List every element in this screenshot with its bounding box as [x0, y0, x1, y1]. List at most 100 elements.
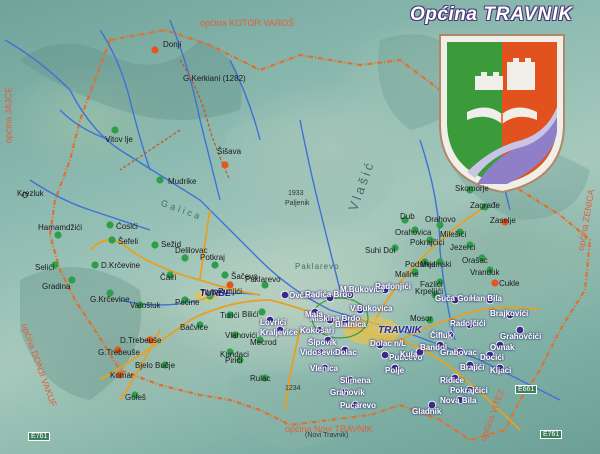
town-travnik: TRAVNIK — [378, 325, 422, 336]
place-label-vidosevici: Vidoševići — [300, 348, 340, 357]
place-label-grahovcici: Grahovčići — [500, 332, 542, 341]
place-marker-bilici — [258, 308, 266, 316]
place-marker-putisevo — [380, 350, 390, 360]
place-label-zagrade: Zagrađe — [470, 201, 500, 210]
place-label-gradina: Gradina — [42, 282, 71, 291]
place-label-maline: Maline — [395, 270, 419, 279]
place-label-pokrajcici: Pokrajčici — [410, 238, 445, 247]
place-label-hamamdzici: Hamamdžići — [38, 223, 83, 232]
place-label-sisava: Šišava — [217, 147, 242, 156]
place-marker-cosici — [106, 221, 114, 229]
place-label-orahovo: Orahovo — [425, 215, 456, 224]
label-kotor-varos: općina KOTOR VAROŠ — [200, 18, 295, 28]
place-label-vrandul: Vranduk — [470, 268, 500, 277]
place-label-vitovlje: Vitov lje — [105, 135, 133, 144]
place-label-kljaci: Kljaci — [490, 366, 512, 375]
place-label-orahovica: Orahovica — [395, 228, 432, 237]
place-marker-ovcarevo — [280, 290, 290, 300]
place-label-mosor: Mosor — [410, 314, 433, 323]
place-label-cukle: Cukle — [499, 279, 520, 288]
place-label-mednik: Medinski — [420, 260, 452, 269]
place-label-mecrod: Mecrod — [250, 338, 277, 347]
place-label-kula: Kula — [400, 350, 418, 359]
road-badge-e761-left: E761 — [28, 432, 51, 441]
place-label-slimena: Slimena — [340, 376, 371, 385]
place-label-bandol: Radojčići — [450, 319, 486, 328]
place-label-blatnica: Blatnica — [335, 320, 367, 329]
place-label-turbe_p: Turbe — [200, 288, 221, 297]
place-marker-sacevo — [221, 271, 229, 279]
map-canvas: Općina TRAVNIK općina KOTOR VAROŠ općina… — [0, 0, 600, 454]
place-marker-donji — [151, 46, 159, 54]
place-marker-sezid — [151, 241, 159, 249]
map-title: Općina TRAVNIK — [410, 4, 573, 26]
place-marker-potkraj — [211, 261, 219, 269]
place-label-dkrcevine: D.Krčevine — [101, 261, 141, 270]
place-label-novabila: Nova Bila — [440, 396, 477, 405]
place-label-sipovik: Šipovik — [308, 338, 337, 347]
place-label-pokrajcici2: Pokrajčici — [450, 386, 488, 395]
place-marker-delilovac — [181, 254, 189, 262]
place-label-dolipolje: Docići — [480, 353, 505, 362]
place-label-ridice: Riđice — [440, 376, 465, 385]
place-label-milesici: Milešići — [440, 230, 467, 239]
place-label-hanbila: Han Bila — [470, 294, 503, 303]
place-label-brajkovici: Brajkovići — [490, 309, 529, 318]
place-label-suhidol: Suhi Dol — [365, 246, 396, 255]
place-label-vbukovica: V.Bukovica — [350, 304, 393, 313]
title-name: TRAVNIK — [483, 4, 574, 25]
place-label-kokosari: Kokošari — [300, 326, 335, 335]
place-label-polje: Polje — [385, 366, 405, 375]
place-label-skomorje: Skomorje — [455, 184, 489, 193]
place-label-runjici: Runjići — [218, 287, 243, 296]
place-marker-cukle — [491, 279, 499, 287]
place-label-pucarevo: Pućarevo — [340, 401, 377, 410]
place-label-krezluk: Krezluk — [17, 189, 44, 198]
place-label-bacvice: Bačvice — [180, 323, 209, 332]
place-label-kraljevice: Kraljevice — [260, 328, 298, 337]
place-label-gkrcevine: G.Krčevine — [90, 295, 130, 304]
elev-1933: 1933 — [288, 190, 304, 197]
place-label-sefeli: Šefeli — [118, 237, 139, 246]
place-label-bjelobucje: Bjelo Bučje — [135, 361, 176, 370]
label-paklarevo-region: Paklarevo — [295, 262, 340, 271]
coat-of-arms — [439, 34, 565, 194]
label-novi-travnik-sub: (Novi Travnik) — [305, 432, 349, 439]
road-badge-e661: E661 — [515, 385, 538, 394]
title-prefix: Općina — [410, 4, 478, 25]
place-label-pecine: Pećine — [175, 298, 200, 307]
place-marker-vitovlje — [111, 126, 119, 134]
place-label-varoslak: Varošluk — [130, 301, 161, 310]
place-marker-sefeli — [108, 236, 116, 244]
place-label-ovnak: Ovnak — [490, 343, 515, 352]
place-label-selidi: Selići — [35, 263, 55, 272]
place-label-paklarevo_p: Paklarevo — [245, 275, 281, 284]
place-label-vlenica: Vlenica — [310, 364, 339, 373]
place-marker-dkrcevine — [91, 261, 99, 269]
place-label-zaselje: Zaselje — [490, 216, 516, 225]
place-label-dtrebeuse: D.Trebeuše — [120, 336, 162, 345]
place-label-dub: Dub — [400, 212, 415, 221]
place-label-rulac: Rulac — [250, 374, 271, 383]
place-label-grabovac: Grabovac — [440, 348, 477, 357]
place-label-mudrike: Mudrike — [168, 177, 197, 186]
place-marker-mudrike — [156, 176, 164, 184]
place-label-bilici: Bilići — [242, 310, 259, 319]
place-label-donji: Donji — [163, 40, 182, 49]
place-label-cifluk: Čifluk — [430, 331, 453, 340]
place-label-mala: Mala — [305, 310, 323, 319]
place-label-dolac: Dolac — [335, 348, 357, 357]
elev-1234: 1234 — [285, 385, 301, 392]
place-label-komar: Komar — [110, 371, 134, 380]
label-jajce: općina JAJCE — [3, 86, 14, 144]
place-marker-hamamdzici — [54, 231, 62, 239]
place-label-goles: Goleš — [125, 393, 146, 402]
place-label-potkraj: Potkraj — [200, 253, 225, 262]
place-label-pirici: Pirići — [225, 356, 243, 365]
road-badge-e761-right: E761 — [540, 430, 563, 439]
elev-kerkiani: G.Kerkiani (1282) — [183, 74, 246, 83]
place-label-turici: Turići — [220, 311, 240, 320]
place-label-cosici: Ćosići — [116, 222, 138, 231]
place-marker-sisava — [221, 161, 229, 169]
place-label-brajici: Brajići — [460, 363, 485, 372]
